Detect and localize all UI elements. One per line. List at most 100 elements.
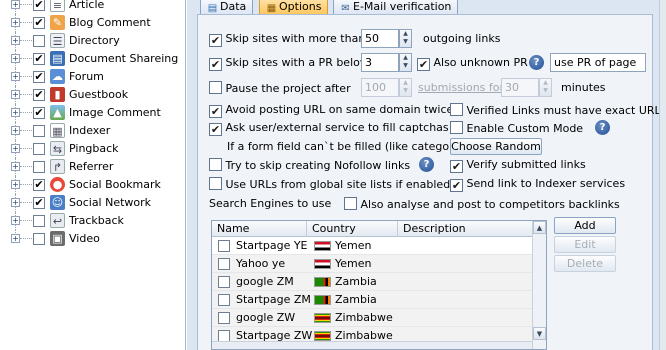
tab-data[interactable]: ▤ Data	[200, 0, 254, 15]
tree-item-forum[interactable]: + ✔ ☁ Forum	[0, 68, 186, 86]
expand-icon[interactable]: +	[11, 108, 20, 117]
tree-item-image-comment[interactable]: + ✔ ▲ Image Comment	[0, 104, 186, 122]
skip-outgoing-checkbox[interactable]: ✔	[209, 34, 222, 47]
row-checkbox[interactable]	[218, 258, 230, 270]
table-row[interactable]: google ZW Zimbabwe	[212, 309, 532, 327]
verified-links-exact-checkbox[interactable]	[450, 103, 463, 116]
pause-submissions-spinner[interactable]: ▲ ▼	[399, 78, 412, 97]
custom-mode-option[interactable]: Enable Custom Mode	[450, 121, 583, 135]
tab-options[interactable]: ▦ Options	[259, 0, 329, 15]
tree-checkbox[interactable]: ✔	[33, 53, 45, 65]
tree-item-social-network[interactable]: + ✔ ☺ Social Network	[0, 194, 186, 212]
tree-item-article[interactable]: + ✔ ≡ Article	[0, 0, 186, 14]
expand-icon[interactable]: +	[11, 36, 20, 45]
tree-item-social-bookmark[interactable]: + ✔ ● Social Bookmark	[0, 176, 186, 194]
skip-nofollow-option[interactable]: Try to skip creating Nofollow links	[209, 158, 410, 172]
captcha-service-checkbox[interactable]: ✔	[209, 123, 222, 136]
tree-checkbox[interactable]	[33, 215, 45, 227]
tree-checkbox[interactable]: ✔	[33, 89, 45, 101]
expand-icon[interactable]: +	[11, 162, 20, 171]
tree-checkbox[interactable]: ✔	[33, 179, 45, 191]
custom-mode-checkbox[interactable]	[450, 121, 463, 134]
table-row[interactable]: Startpage ZM Zambia	[212, 291, 532, 309]
expand-icon[interactable]: +	[11, 144, 20, 153]
delete-engine-button[interactable]: Delete	[554, 255, 616, 272]
pr-threshold-spinner[interactable]: ▲ ▼	[399, 53, 412, 72]
tree-item-trackback[interactable]: + ↩ Trackback	[0, 212, 186, 230]
tree-checkbox[interactable]: ✔	[33, 197, 45, 209]
skip-pr-option[interactable]: ✔ Skip sites with a PR below	[209, 56, 369, 71]
tree-item-referrer[interactable]: + ↱ Referrer	[0, 158, 186, 176]
tree-item-blog-comment[interactable]: + ✔ ✎ Blog Comment	[0, 14, 186, 32]
expand-icon[interactable]: +	[11, 72, 20, 81]
pause-minutes-spinner[interactable]: ▲ ▼	[539, 78, 552, 97]
scroll-down-icon[interactable]: ▼	[533, 327, 546, 340]
tree-item-directory[interactable]: + ☰ Directory	[0, 32, 186, 50]
skip-pr-checkbox[interactable]: ✔	[209, 58, 222, 71]
expand-icon[interactable]: +	[11, 126, 20, 135]
tree-checkbox[interactable]: ✔	[33, 17, 45, 29]
expand-icon[interactable]: +	[11, 198, 20, 207]
tree-checkbox[interactable]	[33, 161, 45, 173]
scroll-up-icon[interactable]: ▲	[533, 221, 546, 234]
table-row[interactable]: Yahoo ye Yemen	[212, 255, 532, 273]
panel-scrollbar[interactable]	[659, 0, 666, 350]
edit-engine-button[interactable]: Edit	[554, 236, 616, 253]
help-icon[interactable]: ?	[595, 120, 610, 135]
submissions-for-link[interactable]: submissions for	[418, 81, 504, 94]
expand-icon[interactable]: +	[11, 180, 20, 189]
analyse-competitors-option[interactable]: Also analyse and post to competitors bac…	[344, 197, 620, 211]
pause-minutes-input[interactable]: 30	[501, 78, 539, 97]
pause-submissions-input[interactable]: 100	[361, 78, 399, 97]
column-header-name[interactable]: Name	[212, 221, 307, 237]
tree-item-guestbook[interactable]: + ✔ ▮ Guestbook	[0, 86, 186, 104]
pause-project-checkbox[interactable]	[209, 81, 222, 94]
analyse-competitors-checkbox[interactable]	[344, 197, 357, 210]
verify-submitted-checkbox[interactable]: ✔	[450, 160, 463, 173]
tree-item-document-sharing[interactable]: + ✔ ▤ Document Shareing	[0, 50, 186, 68]
column-header-description[interactable]: Description	[398, 221, 532, 237]
help-icon[interactable]: ?	[529, 55, 544, 70]
tree-checkbox[interactable]	[33, 35, 45, 47]
pr-mode-select[interactable]: use PR of page	[550, 53, 646, 72]
outgoing-links-input[interactable]: 50	[361, 29, 399, 48]
tree-item-video[interactable]: + ▣ Video	[0, 230, 186, 248]
verified-links-exact-option[interactable]: Verified Links must have exact URL	[450, 103, 661, 117]
captcha-service-option[interactable]: ✔ Ask user/external service to fill capt…	[209, 121, 449, 136]
tree-checkbox[interactable]	[33, 125, 45, 137]
expand-icon[interactable]: +	[11, 90, 20, 99]
tree-checkbox[interactable]	[33, 233, 45, 245]
skip-nofollow-checkbox[interactable]	[209, 158, 222, 171]
expand-icon[interactable]: +	[11, 18, 20, 27]
unknown-pr-option[interactable]: ✔ Also unknown PR	[417, 56, 528, 71]
pause-project-option[interactable]: Pause the project after	[209, 81, 351, 95]
unknown-pr-checkbox[interactable]: ✔	[417, 58, 430, 71]
choose-random-button[interactable]: Choose Random	[450, 138, 542, 155]
help-icon[interactable]: ?	[419, 157, 434, 172]
expand-icon[interactable]: +	[11, 54, 20, 63]
avoid-posting-checkbox[interactable]: ✔	[209, 105, 222, 118]
column-header-country[interactable]: Country	[307, 221, 398, 237]
skip-outgoing-option[interactable]: ✔ Skip sites with more than	[209, 32, 365, 47]
verify-submitted-option[interactable]: ✔ Verify submitted links	[450, 158, 586, 173]
row-checkbox[interactable]	[218, 312, 230, 324]
pr-threshold-input[interactable]: 3	[361, 53, 399, 72]
tree-checkbox[interactable]: ✔	[33, 71, 45, 83]
grid-horizontal-scrollbar[interactable]	[212, 341, 532, 349]
tab-email-verification[interactable]: ✉ E-Mail verification	[333, 0, 459, 15]
add-engine-button[interactable]: Add	[554, 217, 616, 234]
send-indexer-option[interactable]: ✔ Send link to Indexer services	[450, 177, 625, 192]
expand-icon[interactable]: +	[11, 0, 20, 9]
outgoing-links-spinner[interactable]: ▲ ▼	[399, 29, 412, 48]
table-row[interactable]: Startpage YE Yemen	[212, 237, 532, 255]
grid-vertical-scrollbar[interactable]: ▲ ▼	[532, 221, 546, 349]
expand-icon[interactable]: +	[11, 216, 20, 225]
tree-checkbox[interactable]	[33, 143, 45, 155]
row-checkbox[interactable]	[218, 240, 230, 252]
tree-checkbox[interactable]: ✔	[33, 107, 45, 119]
tree-item-indexer[interactable]: + ▦ Indexer	[0, 122, 186, 140]
send-indexer-checkbox[interactable]: ✔	[450, 179, 463, 192]
tree-item-pingback[interactable]: + ⇆ Pingback	[0, 140, 186, 158]
row-checkbox[interactable]	[218, 276, 230, 288]
avoid-posting-option[interactable]: ✔ Avoid posting URL on same domain twice	[209, 103, 453, 118]
